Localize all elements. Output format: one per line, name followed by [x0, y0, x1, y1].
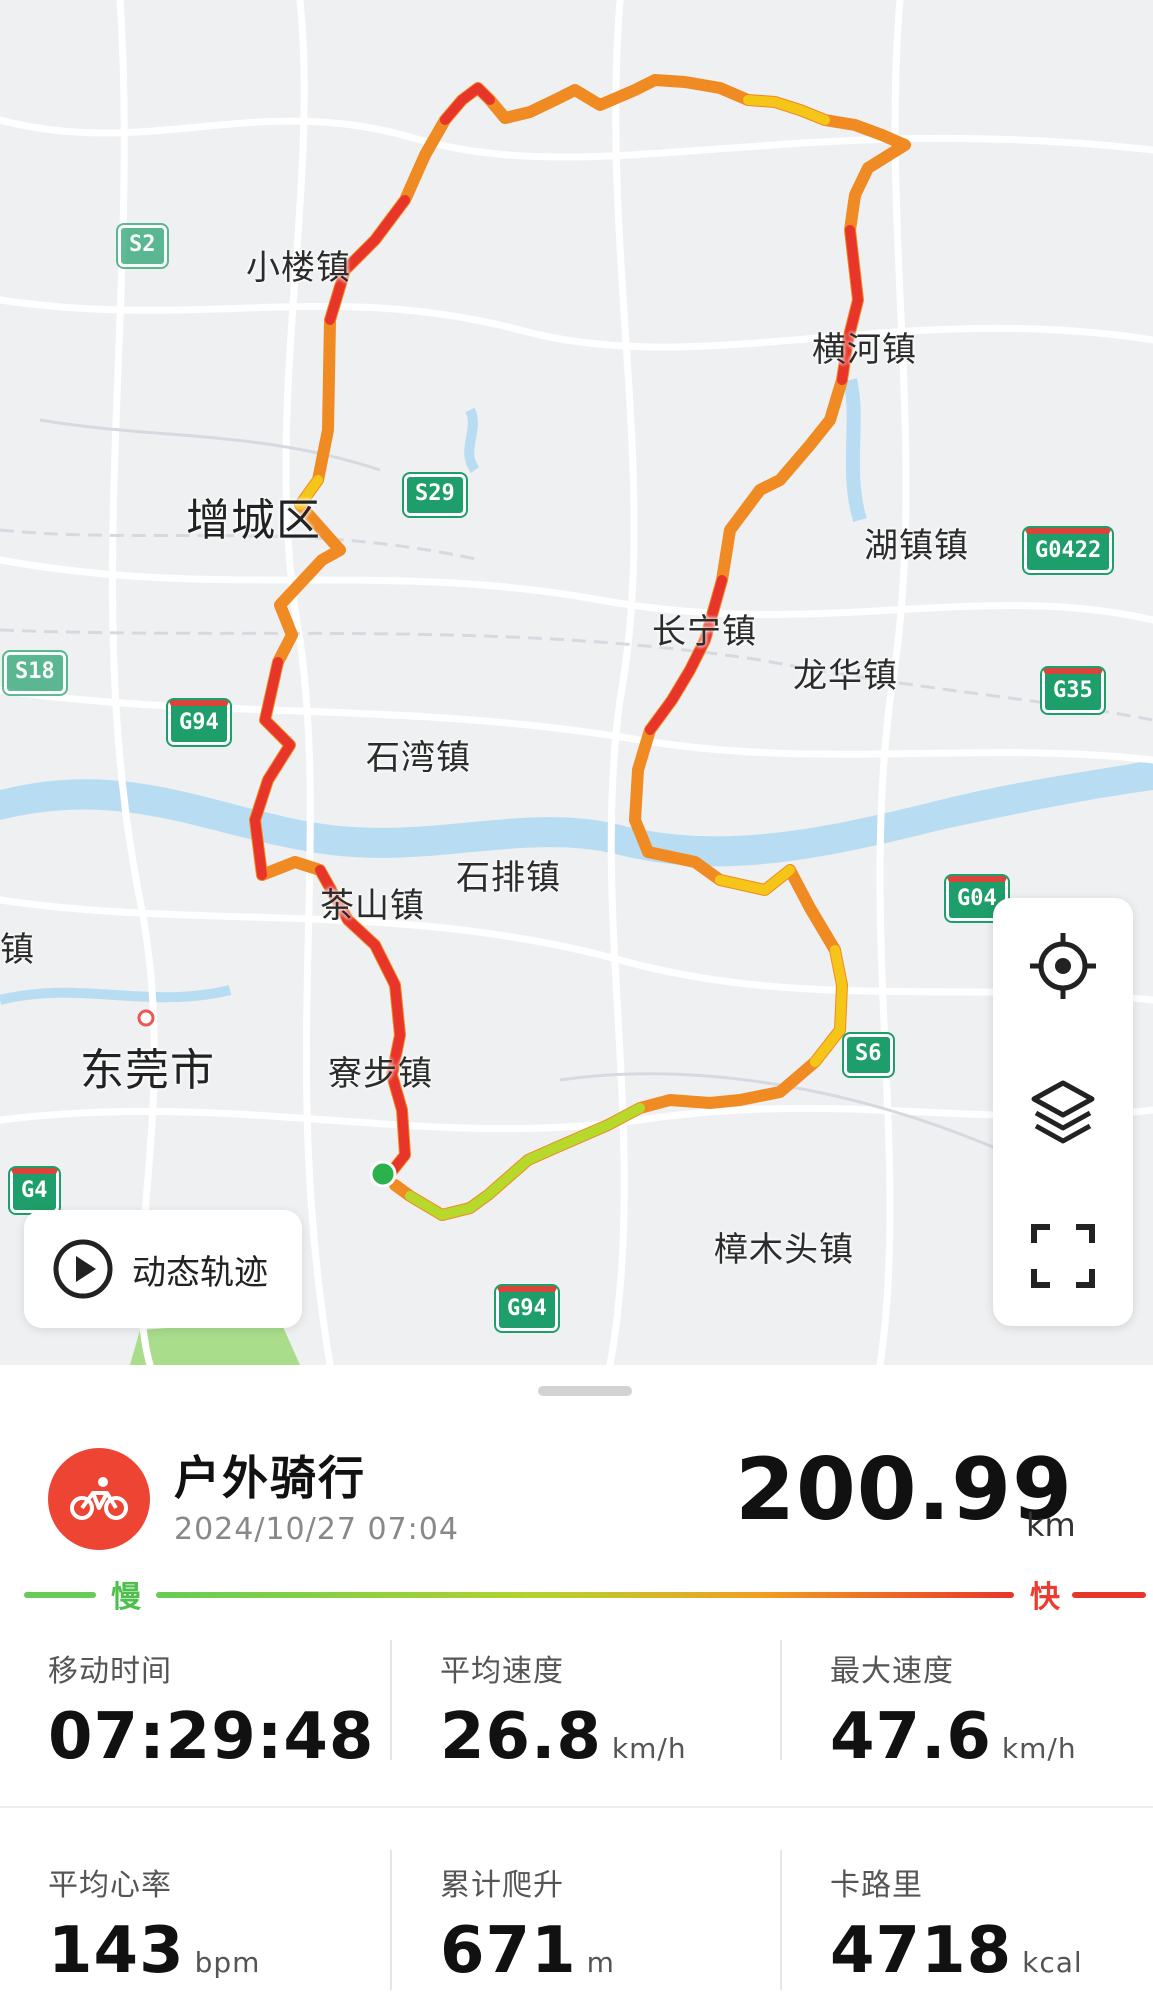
stat-number: 47.6	[830, 1700, 992, 1774]
map-base	[0, 0, 1153, 1365]
place-label: 长宁镇	[652, 612, 757, 652]
stat-moving-time: 移动时间 07:29:48	[48, 1646, 374, 1774]
road-shield: G94	[496, 1286, 558, 1331]
stat-value: 143 bpm	[48, 1914, 260, 1988]
stat-label: 移动时间	[48, 1654, 172, 1689]
speed-legend-bar	[24, 1592, 1146, 1598]
stat-label: 平均心率	[48, 1868, 172, 1903]
stat-max-speed: 最大速度 47.6 km/h	[830, 1646, 1077, 1774]
place-label: 石排镇	[456, 858, 561, 898]
road-shield: G35	[1042, 668, 1104, 713]
road-shield: G94	[168, 700, 230, 745]
stat-unit: m	[586, 1946, 615, 1979]
locate-icon	[1030, 933, 1096, 999]
stat-label: 累计爬升	[440, 1868, 564, 1903]
place-label: 小楼镇	[246, 248, 351, 288]
stat-number: 07:29:48	[48, 1700, 375, 1774]
road-shield: G0422	[1024, 528, 1113, 573]
stat-value: 07:29:48	[48, 1700, 374, 1774]
legend-fast-label: 快	[1030, 1580, 1060, 1615]
road-shield: S18	[4, 652, 66, 694]
activity-datetime: 2024/10/27 07:04	[174, 1512, 459, 1547]
river	[0, 760, 1153, 867]
stat-value: 26.8 km/h	[440, 1700, 687, 1774]
fullscreen-button[interactable]	[1013, 1206, 1113, 1306]
layers-button[interactable]	[1013, 1062, 1113, 1162]
place-label: 茶山镇	[320, 886, 425, 926]
place-label: 龙华镇	[793, 656, 898, 696]
road-shield: S6	[844, 1034, 893, 1076]
divider	[390, 1850, 392, 1990]
activity-title: 户外骑行	[174, 1451, 366, 1505]
stat-number: 671	[440, 1914, 577, 1988]
place-label: 东莞市	[80, 1045, 215, 1096]
stat-number: 4718	[830, 1914, 1013, 1988]
distance-unit: km	[1026, 1506, 1076, 1544]
play-icon	[53, 1239, 113, 1299]
stat-unit: bpm	[194, 1946, 261, 1979]
replay-label: 动态轨迹	[132, 1252, 268, 1293]
locate-button[interactable]	[1013, 916, 1113, 1016]
replay-track-button[interactable]: 动态轨迹	[24, 1210, 302, 1328]
divider	[780, 1640, 782, 1760]
stat-number: 26.8	[440, 1700, 602, 1774]
place-label: 横河镇	[812, 330, 917, 370]
divider	[0, 1806, 1153, 1808]
stat-label: 最大速度	[830, 1654, 954, 1689]
place-label: 增城区	[186, 495, 321, 546]
stat-label: 平均速度	[440, 1654, 564, 1689]
fullscreen-icon	[1031, 1224, 1095, 1288]
road-shield: S29	[404, 474, 466, 516]
stat-unit: km/h	[611, 1732, 687, 1765]
place-label: 湖镇镇	[864, 526, 969, 566]
place-label: 樟木头镇	[714, 1230, 854, 1270]
stat-label: 卡路里	[830, 1868, 923, 1903]
start-point	[369, 1160, 397, 1188]
route-map[interactable]: 小楼镇 增城区 横河镇 湖镇镇 长宁镇 龙华镇 石湾镇 石排镇 茶山镇 东莞市 …	[0, 0, 1153, 1365]
divider	[780, 1850, 782, 1990]
place-label: 寮步镇	[328, 1054, 433, 1094]
bicycle-icon	[70, 1477, 128, 1520]
stat-calories: 卡路里 4718 kcal	[830, 1860, 1083, 1988]
city-marker	[137, 1009, 155, 1027]
road-shield: S2	[118, 225, 167, 267]
layers-icon	[1031, 1080, 1095, 1144]
road-shield: G4	[10, 1168, 59, 1213]
drag-handle[interactable]	[538, 1386, 632, 1396]
stat-number: 143	[48, 1914, 185, 1988]
stat-unit: km/h	[1001, 1732, 1077, 1765]
activity-type-badge	[48, 1448, 150, 1550]
legend-slow-label: 慢	[111, 1580, 141, 1615]
stat-unit: kcal	[1022, 1946, 1083, 1979]
divider	[390, 1640, 392, 1760]
place-label: 镇	[0, 930, 35, 970]
stat-value: 47.6 km/h	[830, 1700, 1077, 1774]
map-controls	[993, 898, 1133, 1326]
stat-avg-heart-rate: 平均心率 143 bpm	[48, 1860, 260, 1988]
place-label: 石湾镇	[366, 738, 471, 778]
stat-avg-speed: 平均速度 26.8 km/h	[440, 1646, 687, 1774]
stat-elevation-gain: 累计爬升 671 m	[440, 1860, 615, 1988]
stat-value: 4718 kcal	[830, 1914, 1083, 1988]
stat-value: 671 m	[440, 1914, 615, 1988]
distance-value: 200.99	[735, 1440, 1073, 1540]
